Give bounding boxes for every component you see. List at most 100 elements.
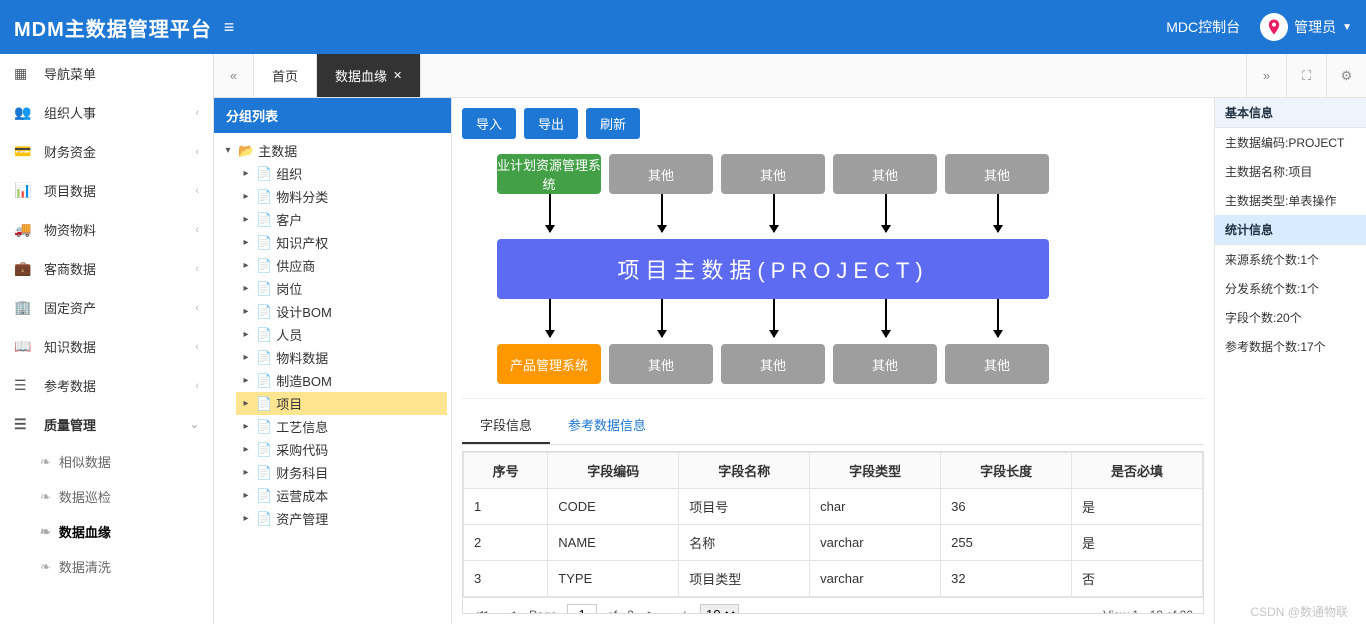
tree-node[interactable]: ▸ 📄 资产管理 <box>236 507 447 530</box>
expand-icon[interactable]: ▸ <box>240 168 252 179</box>
expand-icon[interactable]: ▸ <box>240 513 252 524</box>
info-item: 主数据编码:PROJECT <box>1215 128 1366 157</box>
target-node[interactable]: 其他 <box>609 344 713 384</box>
page-input[interactable] <box>567 604 597 614</box>
sidebar-sub-item[interactable]: ❧相似数据 <box>0 444 213 479</box>
table-row[interactable]: 2NAME名称varchar255是 <box>464 525 1203 561</box>
source-node[interactable]: 其他 <box>609 154 713 194</box>
tree-node[interactable]: ▸ 📄 项目 <box>236 392 447 415</box>
expand-icon[interactable]: ▸ <box>240 329 252 340</box>
sidebar-item[interactable]: 🚚 物资物料 ‹ <box>0 210 213 249</box>
expand-icon[interactable]: ▸ <box>240 444 252 455</box>
refresh-button[interactable]: 刷新 <box>586 108 640 139</box>
fullscreen-icon[interactable]: ⛶ <box>1286 54 1326 97</box>
tab-lineage[interactable]: 数据血缘✕ <box>317 54 421 97</box>
target-node[interactable]: 其他 <box>721 344 825 384</box>
target-node[interactable]: 产品管理系统 <box>497 344 601 384</box>
sidebar-nav-header[interactable]: ▦ 导航菜单 <box>0 54 213 93</box>
source-node[interactable]: 其他 <box>833 154 937 194</box>
column-header[interactable]: 字段长度 <box>941 453 1072 489</box>
page-next-icon[interactable]: ▶ <box>644 606 661 615</box>
sidebar-item[interactable]: 🏢 固定资产 ‹ <box>0 288 213 327</box>
tab-bar: « 首页 数据血缘✕ » ⛶ ⚙ <box>214 54 1366 98</box>
info-item: 主数据名称:项目 <box>1215 157 1366 186</box>
tree-node[interactable]: ▸ 📄 岗位 <box>236 277 447 300</box>
avatar-icon <box>1260 13 1288 41</box>
document-icon: 📄 <box>256 304 272 320</box>
tab-refdata[interactable]: 参考数据信息 <box>550 407 664 444</box>
tree-node[interactable]: ▸ 📄 财务科目 <box>236 461 447 484</box>
tree-node[interactable]: ▸ 📄 采购代码 <box>236 438 447 461</box>
tree-node[interactable]: ▸ 📄 组织 <box>236 162 447 185</box>
tab-home[interactable]: 首页 <box>254 54 317 97</box>
page-last-icon[interactable]: ⏭ <box>671 605 690 614</box>
expand-icon[interactable]: ▸ <box>240 237 252 248</box>
source-node[interactable]: 其他 <box>721 154 825 194</box>
tree-node[interactable]: ▸ 📄 客户 <box>236 208 447 231</box>
tree-node[interactable]: ▸ 📄 制造BOM <box>236 369 447 392</box>
expand-icon[interactable]: ▸ <box>240 283 252 294</box>
tree-node[interactable]: ▸ 📄 设计BOM <box>236 300 447 323</box>
tree-node[interactable]: ▸ 📄 人员 <box>236 323 447 346</box>
sidebar-item-quality[interactable]: ☰ 质量管理 ⌄ <box>0 405 213 444</box>
console-link[interactable]: MDC控制台 <box>1152 17 1254 37</box>
menu-icon: 💳 <box>14 143 34 160</box>
column-header[interactable]: 序号 <box>464 453 548 489</box>
info-item: 来源系统个数:1个 <box>1215 245 1366 274</box>
tab-scroll-left-icon[interactable]: « <box>214 54 254 97</box>
tab-scroll-right-icon[interactable]: » <box>1246 54 1286 97</box>
expand-icon[interactable]: ▸ <box>240 191 252 202</box>
sidebar-sub-item[interactable]: ❧数据血缘 <box>0 514 213 549</box>
expand-icon[interactable]: ▸ <box>240 375 252 386</box>
column-header[interactable]: 是否必填 <box>1072 453 1203 489</box>
column-header[interactable]: 字段编码 <box>548 453 679 489</box>
table-row[interactable]: 1CODE项目号char36是 <box>464 489 1203 525</box>
expand-icon[interactable]: ▸ <box>240 467 252 478</box>
table-row[interactable]: 3TYPE项目类型varchar32否 <box>464 561 1203 597</box>
expand-icon[interactable]: ▸ <box>240 398 252 409</box>
sidebar-item[interactable]: 💳 财务资金 ‹ <box>0 132 213 171</box>
column-header[interactable]: 字段类型 <box>810 453 941 489</box>
center-node[interactable]: 项目主数据(PROJECT) <box>497 239 1049 299</box>
tree-node[interactable]: ▸ 📄 工艺信息 <box>236 415 447 438</box>
sidebar-item[interactable]: ☰ 参考数据 ‹ <box>0 366 213 405</box>
document-icon: 📄 <box>256 350 272 366</box>
tree-node[interactable]: ▸ 📄 物料数据 <box>236 346 447 369</box>
menu-icon: 📖 <box>14 338 34 355</box>
tree-node[interactable]: ▸ 📄 运营成本 <box>236 484 447 507</box>
tab-fields[interactable]: 字段信息 <box>462 407 550 444</box>
target-node[interactable]: 其他 <box>833 344 937 384</box>
sidebar-item[interactable]: 💼 客商数据 ‹ <box>0 249 213 288</box>
page-first-icon[interactable]: ⏮ <box>473 605 492 614</box>
collapse-icon[interactable]: ▾ <box>222 145 234 156</box>
tree-node[interactable]: ▸ 📄 物料分类 <box>236 185 447 208</box>
grid-icon: ▦ <box>14 65 34 82</box>
import-button[interactable]: 导入 <box>462 108 516 139</box>
sidebar-sub-item[interactable]: ❧数据巡检 <box>0 479 213 514</box>
sidebar-sub-item[interactable]: ❧数据清洗 <box>0 549 213 584</box>
gear-icon[interactable]: ⚙ <box>1326 54 1366 97</box>
sidebar-item[interactable]: 📊 项目数据 ‹ <box>0 171 213 210</box>
expand-icon[interactable]: ▸ <box>240 352 252 363</box>
expand-icon[interactable]: ▸ <box>240 260 252 271</box>
column-header[interactable]: 字段名称 <box>679 453 810 489</box>
tree-node[interactable]: ▸ 📄 知识产权 <box>236 231 447 254</box>
sidebar-item[interactable]: 📖 知识数据 ‹ <box>0 327 213 366</box>
export-button[interactable]: 导出 <box>524 108 578 139</box>
page-size-select[interactable]: 10 <box>700 604 739 614</box>
expand-icon[interactable]: ▸ <box>240 214 252 225</box>
sidebar-item[interactable]: 👥 组织人事 ‹ <box>0 93 213 132</box>
tree-root[interactable]: ▾ 📂 主数据 <box>218 139 447 162</box>
source-node[interactable]: 其他 <box>945 154 1049 194</box>
close-icon[interactable]: ✕ <box>393 69 402 82</box>
menu-toggle-icon[interactable]: ≡ <box>214 17 244 38</box>
user-menu[interactable]: 管理员 ▼ <box>1254 13 1352 41</box>
expand-icon[interactable]: ▸ <box>240 306 252 317</box>
tree-node[interactable]: ▸ 📄 供应商 <box>236 254 447 277</box>
page-prev-icon[interactable]: ◀ <box>502 606 519 615</box>
expand-icon[interactable]: ▸ <box>240 421 252 432</box>
source-node[interactable]: 业计划资源管理系统 <box>497 154 601 194</box>
expand-icon[interactable]: ▸ <box>240 490 252 501</box>
stats-info-header: 统计信息 <box>1215 215 1366 245</box>
target-node[interactable]: 其他 <box>945 344 1049 384</box>
